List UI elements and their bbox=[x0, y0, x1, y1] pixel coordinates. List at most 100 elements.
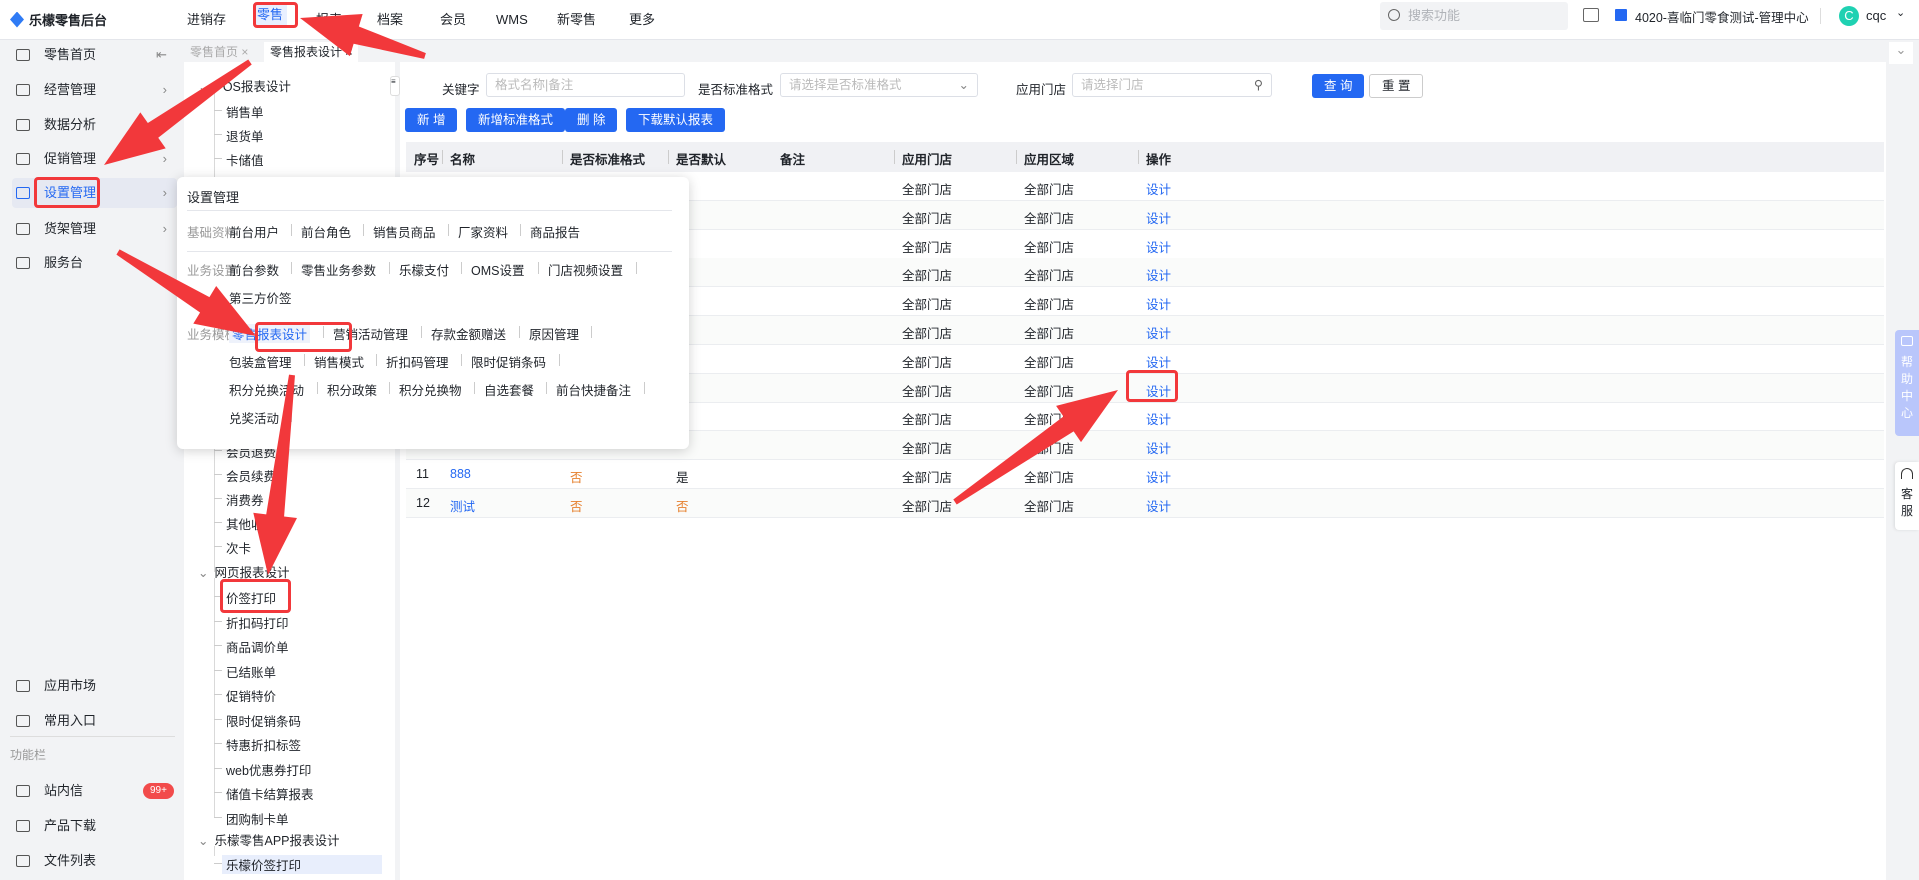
app-logo[interactable]: 乐檬零售后台 bbox=[10, 10, 107, 29]
menu-item[interactable]: 前台快捷备注 bbox=[556, 380, 631, 399]
menu-icon bbox=[16, 187, 30, 199]
nav-item[interactable]: WMS bbox=[496, 0, 528, 40]
printer-icon[interactable] bbox=[1583, 8, 1599, 22]
menu-item[interactable]: 限时促销条码 bbox=[471, 352, 546, 371]
menu-item[interactable]: 商品报告 bbox=[530, 222, 580, 241]
menu-item[interactable]: 前台角色 bbox=[301, 222, 351, 241]
tree-item[interactable]: 退货单 bbox=[226, 126, 264, 145]
design-link[interactable]: 设计 bbox=[1146, 208, 1171, 227]
collapse-tree-icon[interactable]: ≡ bbox=[390, 76, 400, 96]
menu-item[interactable]: 自选套餐 bbox=[484, 380, 534, 399]
menu-item[interactable]: 积分政策 bbox=[327, 380, 377, 399]
search-input[interactable]: 搜索功能 bbox=[1380, 2, 1568, 30]
sidebar-item[interactable]: 数据分析 › bbox=[12, 110, 177, 140]
tree-item[interactable]: 会员续费 bbox=[226, 466, 276, 485]
sidebar-item[interactable]: 常用入口 bbox=[12, 706, 177, 736]
reset-button[interactable]: 重 置 bbox=[1369, 74, 1424, 98]
tree-item[interactable]: 促销特价 bbox=[226, 686, 276, 705]
customer-service-button[interactable]: 客服 bbox=[1895, 462, 1919, 530]
sidebar-item[interactable]: 文件列表 bbox=[12, 846, 177, 876]
tree-item[interactable]: 销售单 bbox=[226, 102, 264, 121]
row-name[interactable]: 888 bbox=[450, 467, 471, 481]
menu-item[interactable]: 折扣码管理 bbox=[386, 352, 449, 371]
tab-report-design[interactable]: 零售报表设计 × bbox=[264, 42, 359, 62]
design-link[interactable]: 设计 bbox=[1146, 179, 1171, 198]
tree-item[interactable]: 消费券 bbox=[226, 490, 264, 509]
tree-item[interactable]: 已结账单 bbox=[226, 662, 276, 681]
tree-item[interactable]: web优惠券打印 bbox=[226, 760, 311, 779]
menu-item[interactable]: 前台参数 bbox=[229, 260, 279, 279]
menu-item[interactable]: 兑奖活动 bbox=[229, 408, 279, 427]
nav-item[interactable]: 进销存 bbox=[187, 0, 226, 40]
tree-group[interactable]: ⌄ POS报表设计 bbox=[198, 76, 291, 95]
tree-item[interactable]: 特惠折扣标签 bbox=[226, 735, 301, 754]
sidebar-item[interactable]: 站内信 99+ bbox=[12, 776, 177, 806]
tree-item[interactable]: 商品调价单 bbox=[226, 637, 289, 656]
keyword-input[interactable]: 格式名称|备注 bbox=[486, 73, 685, 97]
chevron-down-icon[interactable]: ⌄ bbox=[1896, 6, 1905, 19]
menu-item[interactable]: 销售员商品 bbox=[373, 222, 436, 241]
add-button[interactable]: 新 增 bbox=[405, 108, 458, 132]
menu-item[interactable]: 积分兑换活动 bbox=[229, 380, 304, 399]
menu-item[interactable]: 零售业务参数 bbox=[301, 260, 376, 279]
store-selector[interactable]: 4020-喜临门零食测试-管理中心 bbox=[1635, 7, 1809, 26]
tree-item[interactable]: 卡储值 bbox=[226, 150, 264, 169]
sidebar-item-label: 零售首页 bbox=[44, 47, 97, 62]
menu-item[interactable]: 门店视频设置 bbox=[548, 260, 623, 279]
sidebar-item[interactable]: 经营管理 › bbox=[12, 75, 177, 105]
menu-item[interactable]: 第三方价签 bbox=[229, 288, 292, 307]
menu-item[interactable]: 厂家资料 bbox=[458, 222, 508, 241]
delete-button[interactable]: 删 除 bbox=[565, 108, 618, 132]
tree-group[interactable]: ⌄ 乐檬零售APP报表设计 bbox=[198, 830, 340, 849]
nav-item[interactable]: 会员 bbox=[440, 0, 466, 40]
tree-item[interactable]: 折扣码打印 bbox=[226, 613, 289, 632]
menu-item[interactable]: 销售模式 bbox=[314, 352, 364, 371]
menu-item[interactable]: 乐檬支付 bbox=[399, 260, 449, 279]
menu-item[interactable]: 存款金额赠送 bbox=[431, 324, 506, 343]
design-link[interactable]: 设计 bbox=[1146, 352, 1171, 371]
store-select[interactable]: 请选择门店 ⚲ bbox=[1072, 73, 1272, 97]
separator bbox=[461, 354, 462, 366]
design-link[interactable]: 设计 bbox=[1146, 496, 1171, 515]
tree-item[interactable]: 团购制卡单 bbox=[226, 809, 289, 828]
sidebar-item[interactable]: 货架管理 › bbox=[12, 214, 177, 244]
query-button[interactable]: 查 询 bbox=[1312, 74, 1365, 98]
tree-connector bbox=[214, 694, 222, 695]
design-link[interactable]: 设计 bbox=[1146, 294, 1171, 313]
tree-item[interactable]: 储值卡结算报表 bbox=[226, 784, 314, 803]
design-link[interactable]: 设计 bbox=[1146, 409, 1171, 428]
standard-select[interactable]: 请选择是否标准格式 ⌄ bbox=[780, 73, 978, 97]
add-standard-button[interactable]: 新增标准格式 bbox=[466, 108, 566, 132]
download-default-button[interactable]: 下载默认报表 bbox=[626, 108, 726, 132]
nav-item[interactable]: 报表 bbox=[316, 0, 342, 40]
sidebar-item[interactable]: 产品下载 bbox=[12, 811, 177, 841]
tree-item[interactable]: 其他收 bbox=[226, 514, 264, 533]
tree-item[interactable]: 次卡 bbox=[226, 538, 251, 557]
design-link[interactable]: 设计 bbox=[1146, 323, 1171, 342]
help-center-button[interactable]: 帮助中心 bbox=[1895, 330, 1919, 436]
design-link[interactable]: 设计 bbox=[1146, 467, 1171, 486]
sidebar-item[interactable]: 应用市场 bbox=[12, 671, 177, 701]
menu-item[interactable]: 包装盒管理 bbox=[229, 352, 292, 371]
user-name[interactable]: cqc bbox=[1866, 8, 1886, 23]
menu-item[interactable]: 原因管理 bbox=[529, 324, 579, 343]
tree-item[interactable]: 乐檬价签打印 bbox=[222, 855, 382, 874]
collapse-icon[interactable]: ⇤ bbox=[156, 40, 167, 70]
design-link[interactable]: 设计 bbox=[1146, 265, 1171, 284]
menu-item[interactable]: 前台用户 bbox=[229, 222, 279, 241]
menu-item[interactable]: OMS设置 bbox=[471, 260, 524, 279]
nav-item[interactable]: 档案 bbox=[377, 0, 403, 40]
design-link[interactable]: 设计 bbox=[1146, 237, 1171, 256]
sidebar-item[interactable]: 促销管理 › bbox=[12, 144, 177, 174]
tree-item[interactable]: 限时促销条码 bbox=[226, 711, 301, 730]
tabs-dropdown-icon[interactable]: ⌄ bbox=[1889, 42, 1913, 64]
nav-item[interactable]: 更多 bbox=[629, 0, 655, 40]
design-link[interactable]: 设计 bbox=[1146, 438, 1171, 457]
menu-item[interactable]: 积分兑换物 bbox=[399, 380, 462, 399]
tab-retail-home[interactable]: 零售首页 × bbox=[184, 42, 255, 62]
sidebar-item[interactable]: 服务台 bbox=[12, 248, 177, 278]
avatar[interactable]: C bbox=[1839, 6, 1859, 26]
nav-item[interactable]: 新零售 bbox=[557, 0, 596, 40]
row-name[interactable]: 测试 bbox=[450, 496, 475, 515]
sidebar-item[interactable]: 零售首页 ⇤ bbox=[12, 40, 177, 70]
